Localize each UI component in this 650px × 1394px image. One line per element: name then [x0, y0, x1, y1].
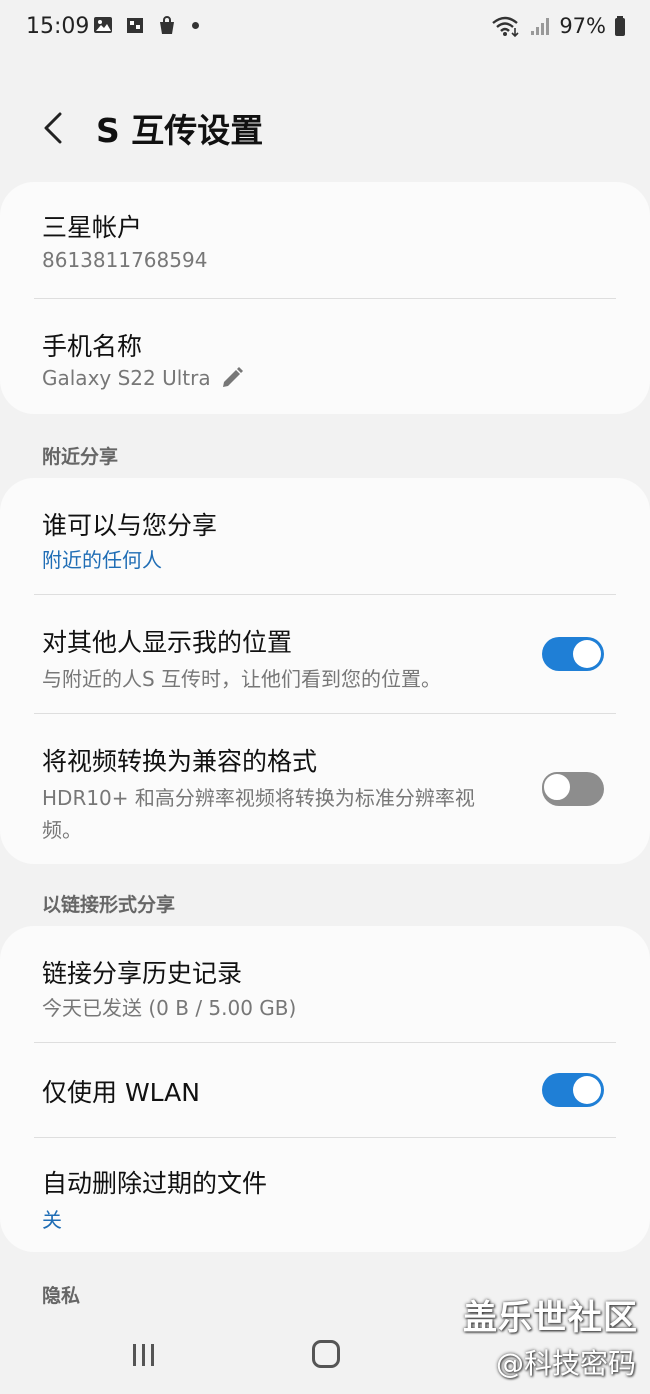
app-bar: S 互传设置	[0, 92, 650, 164]
auto-delete-title: 自动删除过期的文件	[42, 1169, 268, 1198]
samsung-account-value: 8613811768594	[42, 248, 208, 272]
status-time: 15:09	[26, 14, 90, 39]
convert-video-desc-line2: 频。	[42, 818, 82, 842]
who-can-share-row[interactable]: 谁可以与您分享 附近的任何人	[0, 478, 650, 594]
auto-delete-value: 关	[42, 1208, 62, 1232]
link-history-row[interactable]: 链接分享历史记录 今天已发送 (0 B / 5.00 GB)	[0, 926, 650, 1042]
phone-name-title: 手机名称	[42, 332, 143, 361]
phone-name-value: Galaxy S22 Ultra	[42, 365, 245, 391]
game-icon	[127, 18, 143, 33]
show-location-desc: 与附近的人S 互传时，让他们看到您的位置。	[42, 667, 442, 691]
auto-delete-row[interactable]: 自动删除过期的文件 关	[0, 1138, 650, 1252]
convert-video-desc-line1: HDR10+ 和高分辨率视频将转换为标准分辨率视	[42, 786, 475, 810]
recent-apps-icon[interactable]	[132, 1342, 156, 1368]
link-history-value: 今天已发送 (0 B / 5.00 GB)	[42, 996, 297, 1020]
notification-dot	[192, 21, 199, 29]
link-share-card: 链接分享历史记录 今天已发送 (0 B / 5.00 GB) 仅使用 WLAN …	[0, 926, 650, 1252]
toggle-knob	[573, 1076, 601, 1104]
signal-icon	[531, 18, 550, 35]
gallery-icon	[94, 17, 112, 33]
who-can-share-value: 附近的任何人	[42, 548, 162, 572]
home-button-icon[interactable]	[312, 1340, 340, 1368]
show-location-toggle[interactable]	[542, 637, 604, 671]
convert-video-title: 将视频转换为兼容的格式	[42, 747, 318, 776]
section-link-share: 以链接形式分享	[42, 894, 176, 916]
wlan-only-row[interactable]: 仅使用 WLAN	[0, 1043, 650, 1137]
nearby-share-card: 谁可以与您分享 附近的任何人 对其他人显示我的位置 与附近的人S 互传时，让他们…	[0, 478, 650, 864]
account-card: 三星帐户 8613811768594 手机名称 Galaxy S22 Ultra	[0, 182, 650, 414]
page-title: S 互传设置	[96, 111, 264, 150]
shop-bag-icon	[160, 16, 174, 34]
battery-icon	[615, 16, 625, 36]
wlan-only-title: 仅使用 WLAN	[42, 1078, 200, 1107]
samsung-account-title: 三星帐户	[42, 213, 143, 242]
phone-name-text: Galaxy S22 Ultra	[42, 366, 211, 390]
show-location-row[interactable]: 对其他人显示我的位置 与附近的人S 互传时，让他们看到您的位置。	[0, 595, 650, 713]
samsung-account-row[interactable]: 三星帐户 8613811768594	[0, 182, 650, 298]
link-history-title: 链接分享历史记录	[42, 959, 243, 988]
wifi-icon	[492, 16, 519, 38]
toggle-knob	[542, 772, 572, 802]
convert-video-toggle[interactable]	[542, 772, 604, 806]
watermark-author: @科技密码	[495, 1347, 636, 1380]
toggle-knob	[573, 640, 601, 668]
section-privacy: 隐私	[42, 1285, 81, 1307]
watermark-community: 盖乐世社区	[463, 1298, 638, 1338]
phone-name-row[interactable]: 手机名称 Galaxy S22 Ultra	[0, 299, 650, 414]
who-can-share-title: 谁可以与您分享	[42, 511, 218, 540]
wlan-only-toggle[interactable]	[542, 1073, 604, 1107]
convert-video-row[interactable]: 将视频转换为兼容的格式 HDR10+ 和高分辨率视频将转换为标准分辨率视 频。	[0, 714, 650, 864]
edit-pencil-icon[interactable]	[219, 365, 245, 391]
section-nearby-share: 附近分享	[42, 446, 119, 468]
back-arrow-icon[interactable]	[36, 108, 72, 148]
battery-percent: 97%	[559, 14, 606, 38]
show-location-title: 对其他人显示我的位置	[42, 628, 293, 657]
status-bar: 15:09 97%	[0, 0, 650, 56]
